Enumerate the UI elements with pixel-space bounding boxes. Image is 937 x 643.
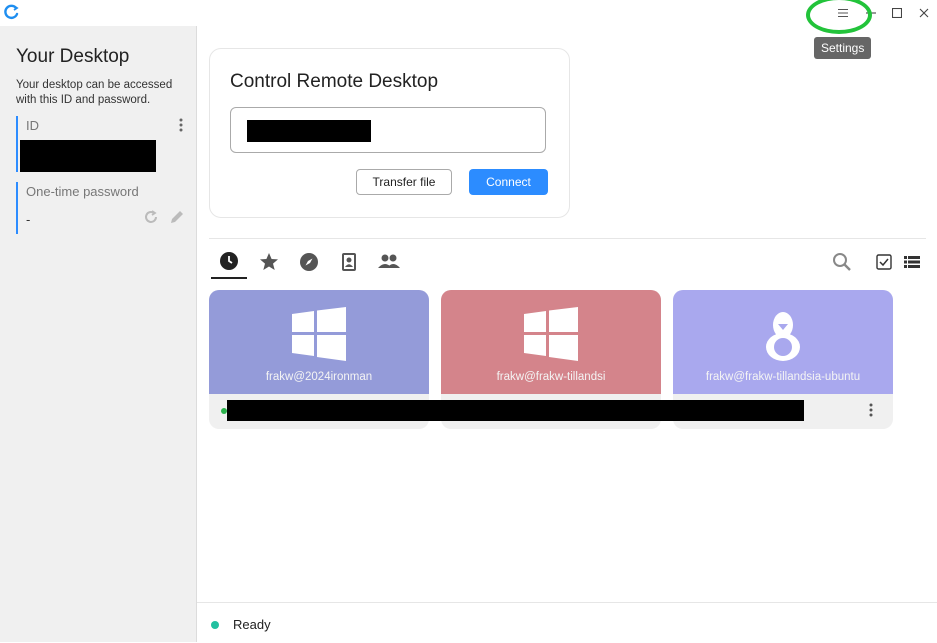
tab-group[interactable] <box>371 245 407 279</box>
peer-card-header: frakw@2024ironman <box>209 290 429 394</box>
sidebar: Your Desktop Your desktop can be accesse… <box>0 26 197 642</box>
hamburger-menu-icon <box>838 8 848 18</box>
more-vertical-icon <box>179 118 183 132</box>
connect-button[interactable]: Connect <box>469 169 548 195</box>
more-vertical-icon <box>869 403 873 417</box>
group-icon <box>378 254 400 268</box>
pencil-icon <box>171 211 183 223</box>
refresh-icon <box>145 210 157 223</box>
id-value-redacted <box>20 140 156 172</box>
search-peers-button[interactable] <box>830 250 854 274</box>
minimize-button[interactable] <box>857 0 885 26</box>
windows-icon <box>524 307 578 361</box>
password-value: - <box>26 212 31 227</box>
checkbox-icon <box>876 254 892 270</box>
peer-ids-redacted <box>227 400 804 421</box>
control-remote-title: Control Remote Desktop <box>230 71 439 92</box>
peer-name: frakw@frakw-tillandsia-ubuntu <box>705 371 861 383</box>
tab-recent-sessions[interactable] <box>211 245 247 279</box>
peer-card-header: frakw@frakw-tillandsi <box>441 290 661 394</box>
multi-select-button[interactable] <box>872 250 896 274</box>
status-bar: Ready <box>197 602 937 643</box>
divider <box>209 238 926 239</box>
status-text: Ready <box>233 617 271 632</box>
id-options-button[interactable] <box>176 118 186 135</box>
settings-menu-button[interactable] <box>829 0 857 26</box>
close-button[interactable] <box>910 0 937 26</box>
peer-options-button[interactable] <box>869 403 873 420</box>
recent-sessions-icon <box>220 252 238 270</box>
control-remote-card: Control Remote Desktop Transfer file Con… <box>209 48 570 218</box>
status-indicator <box>211 621 219 629</box>
address-book-icon <box>342 253 356 271</box>
tab-address-book[interactable] <box>331 245 367 279</box>
tab-favorites[interactable] <box>251 245 287 279</box>
your-desktop-title: Your Desktop <box>16 46 130 67</box>
password-field: One-time password - <box>16 182 186 234</box>
search-icon <box>833 253 851 271</box>
favorites-icon <box>260 253 278 270</box>
rustdesk-logo-icon <box>4 4 19 20</box>
password-label: One-time password <box>26 184 139 199</box>
maximize-icon <box>892 8 902 18</box>
close-icon <box>919 8 929 18</box>
linux-tux-icon <box>766 312 800 361</box>
id-field: ID <box>16 116 186 172</box>
minimize-icon <box>866 12 876 14</box>
windows-icon <box>292 307 346 361</box>
peer-name: frakw@frakw-tillandsi <box>496 371 606 383</box>
settings-tooltip: Settings <box>814 37 872 59</box>
list-view-icon <box>904 256 920 268</box>
maximize-button[interactable] <box>883 0 911 26</box>
transfer-file-button[interactable]: Transfer file <box>356 169 452 195</box>
id-label: ID <box>26 118 39 133</box>
tab-discovered[interactable] <box>291 245 327 279</box>
peer-name: frakw@2024ironman <box>265 371 373 383</box>
title-bar <box>0 0 937 34</box>
edit-password-button[interactable] <box>168 208 186 231</box>
remote-id-input[interactable] <box>230 107 546 153</box>
view-style-button[interactable] <box>900 250 924 274</box>
refresh-password-button[interactable] <box>142 208 160 231</box>
discovered-icon <box>300 253 318 271</box>
peer-card-header: frakw@frakw-tillandsia-ubuntu <box>673 290 893 394</box>
remote-id-redacted <box>247 120 371 142</box>
your-desktop-description: Your desktop can be accessed with this I… <box>16 79 173 106</box>
